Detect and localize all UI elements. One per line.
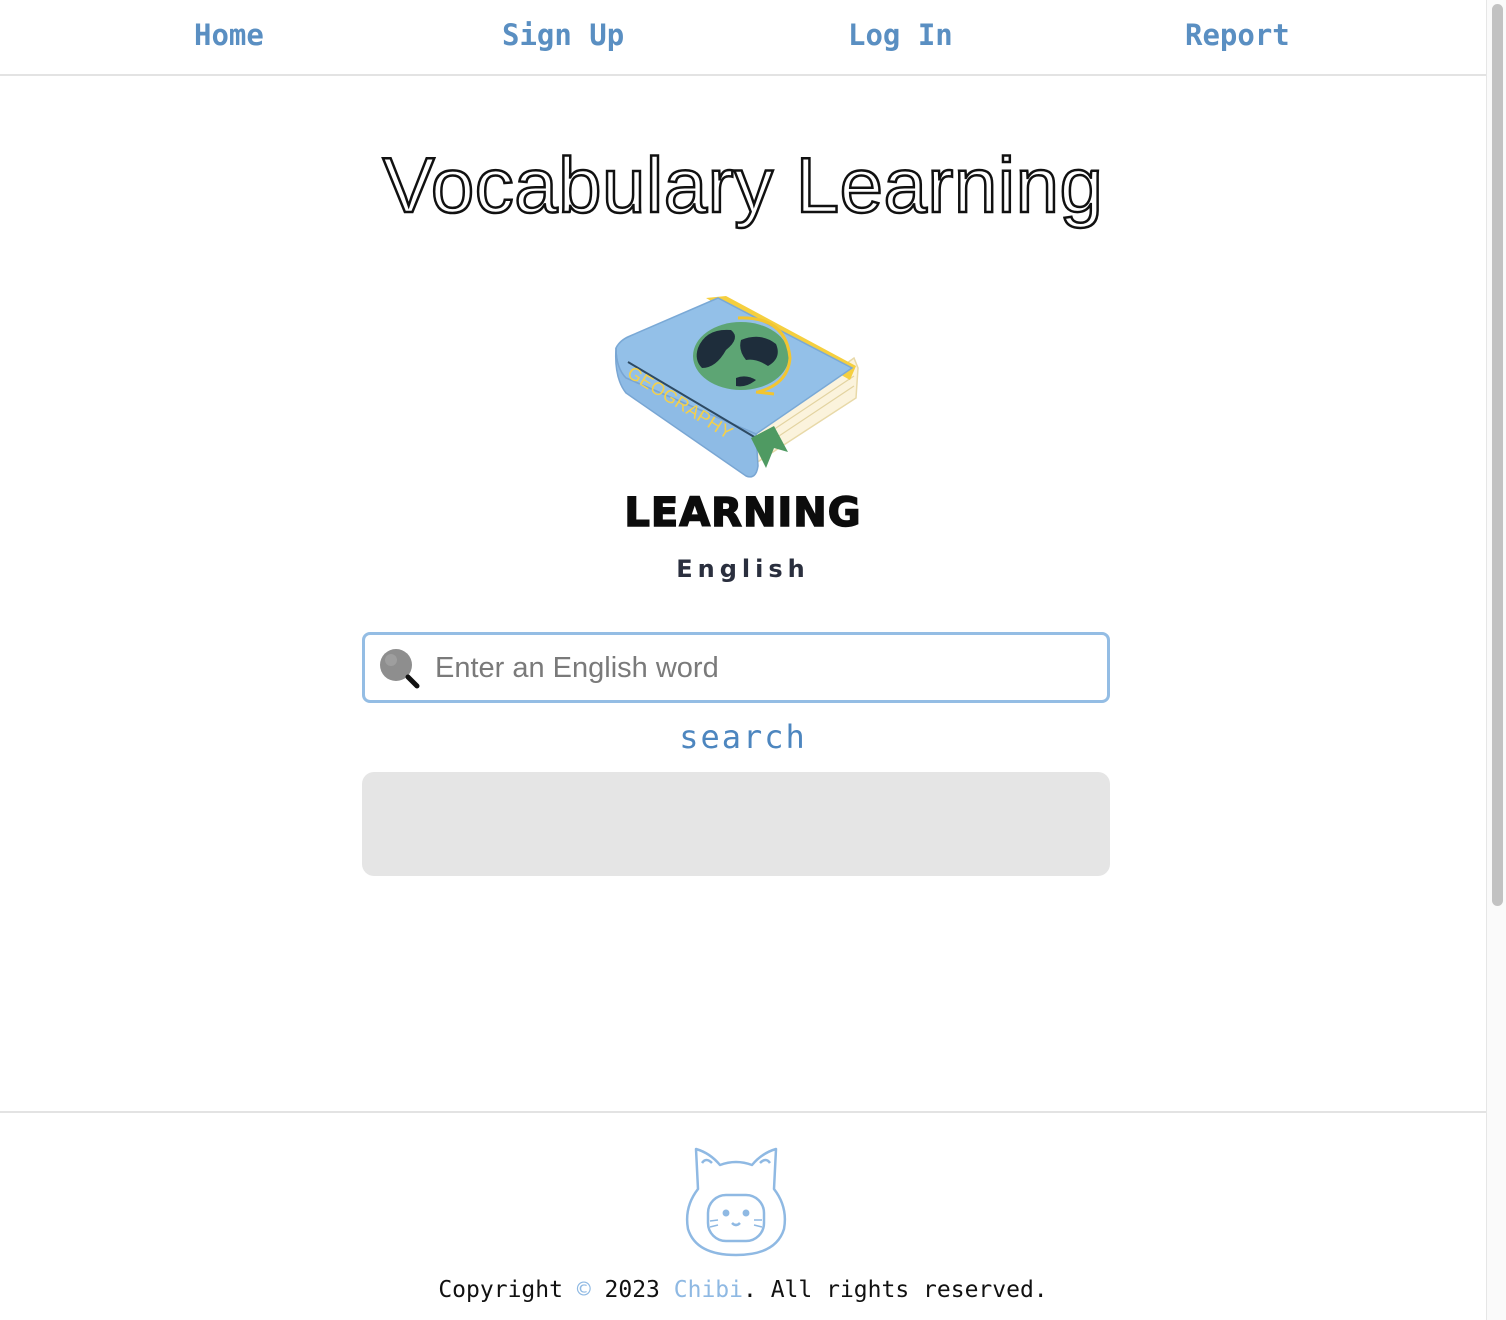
result-panel [362,772,1110,876]
search-box[interactable] [362,632,1110,703]
search-icon [380,649,420,689]
copyright-text: Copyright © 2023 Chibi. All rights reser… [0,1277,1486,1303]
logo-subtitle: English [676,555,810,583]
copyright-symbol: © [576,1277,591,1303]
cat-logo-icon [685,1147,787,1257]
nav-login-link[interactable]: Log In [848,18,953,52]
book-logo: GEOGRAPHY [614,296,859,478]
brand-link[interactable]: Chibi [674,1277,743,1303]
page-title: Vocabulary Learning [381,140,1104,231]
search-button-label[interactable]: search [679,718,807,756]
top-nav: Home Sign Up Log In Report [0,0,1486,76]
copyright-suffix: . All rights reserved. [743,1277,1048,1303]
copyright-prefix: Copyright [438,1277,577,1303]
scrollbar-thumb[interactable] [1492,4,1503,906]
logo-word: LEARNING [624,489,862,537]
page: Home Sign Up Log In Report Vocabulary Le… [0,0,1486,1320]
footer: Copyright © 2023 Chibi. All rights reser… [0,1111,1486,1320]
nav-signup-link[interactable]: Sign Up [502,18,624,52]
nav-home-link[interactable]: Home [194,18,264,52]
search-input[interactable] [435,643,1095,693]
search-button[interactable]: search [0,718,1486,756]
copyright-year: 2023 [590,1277,674,1303]
nav-report-link[interactable]: Report [1185,18,1290,52]
